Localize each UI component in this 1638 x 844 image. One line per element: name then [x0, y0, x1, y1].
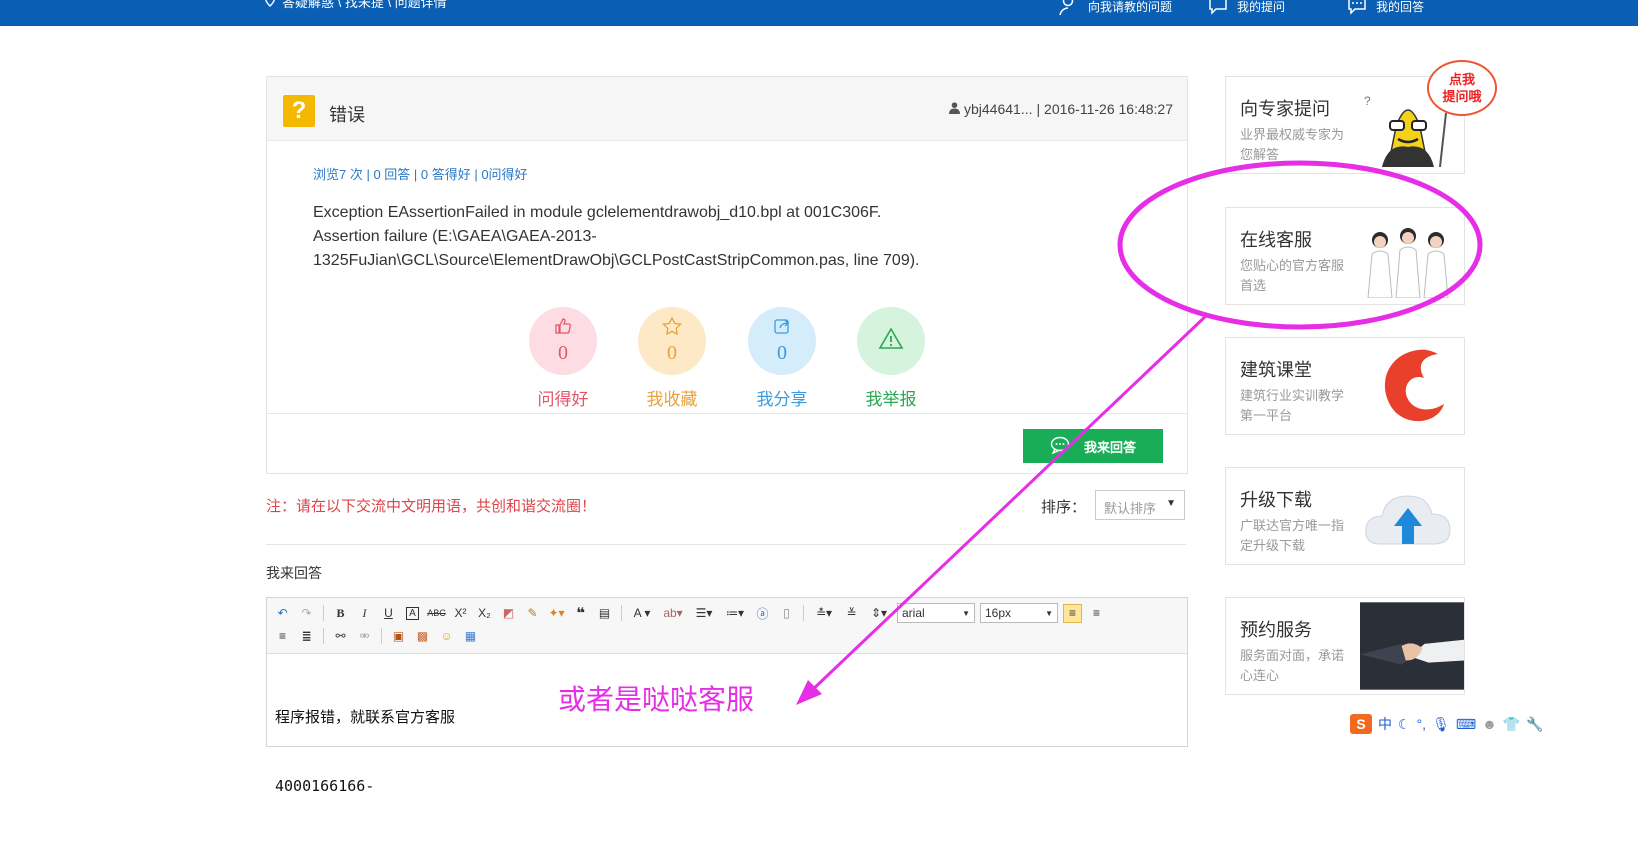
ime-toolbar[interactable]: S 中 ☾ °, 🎙 ⌨ ☻ 👕 🔧 — [1350, 713, 1558, 735]
settings-wrench-icon[interactable]: 🔧 — [1526, 716, 1543, 733]
keyboard-icon[interactable]: ⌨ — [1456, 716, 1476, 733]
skin-icon[interactable]: 👕 — [1503, 716, 1520, 733]
punctuation-icon[interactable]: °, — [1417, 716, 1427, 732]
ime-mode-indicator[interactable]: 中 — [1378, 714, 1392, 734]
editor-line: 4000166166- — [275, 777, 375, 795]
sogou-logo-icon: S — [1350, 714, 1372, 734]
annotation-text: 或者是哒哒客服 — [558, 685, 755, 716]
microphone-icon[interactable]: 🎙 — [1432, 716, 1450, 733]
highlight-ellipse — [1117, 160, 1483, 330]
annotation-arrow-line — [806, 312, 1210, 696]
annotation-overlay — [796, 160, 1483, 705]
moon-icon[interactable]: ☾ — [1398, 716, 1411, 733]
user-icon[interactable]: ☻ — [1482, 716, 1497, 732]
